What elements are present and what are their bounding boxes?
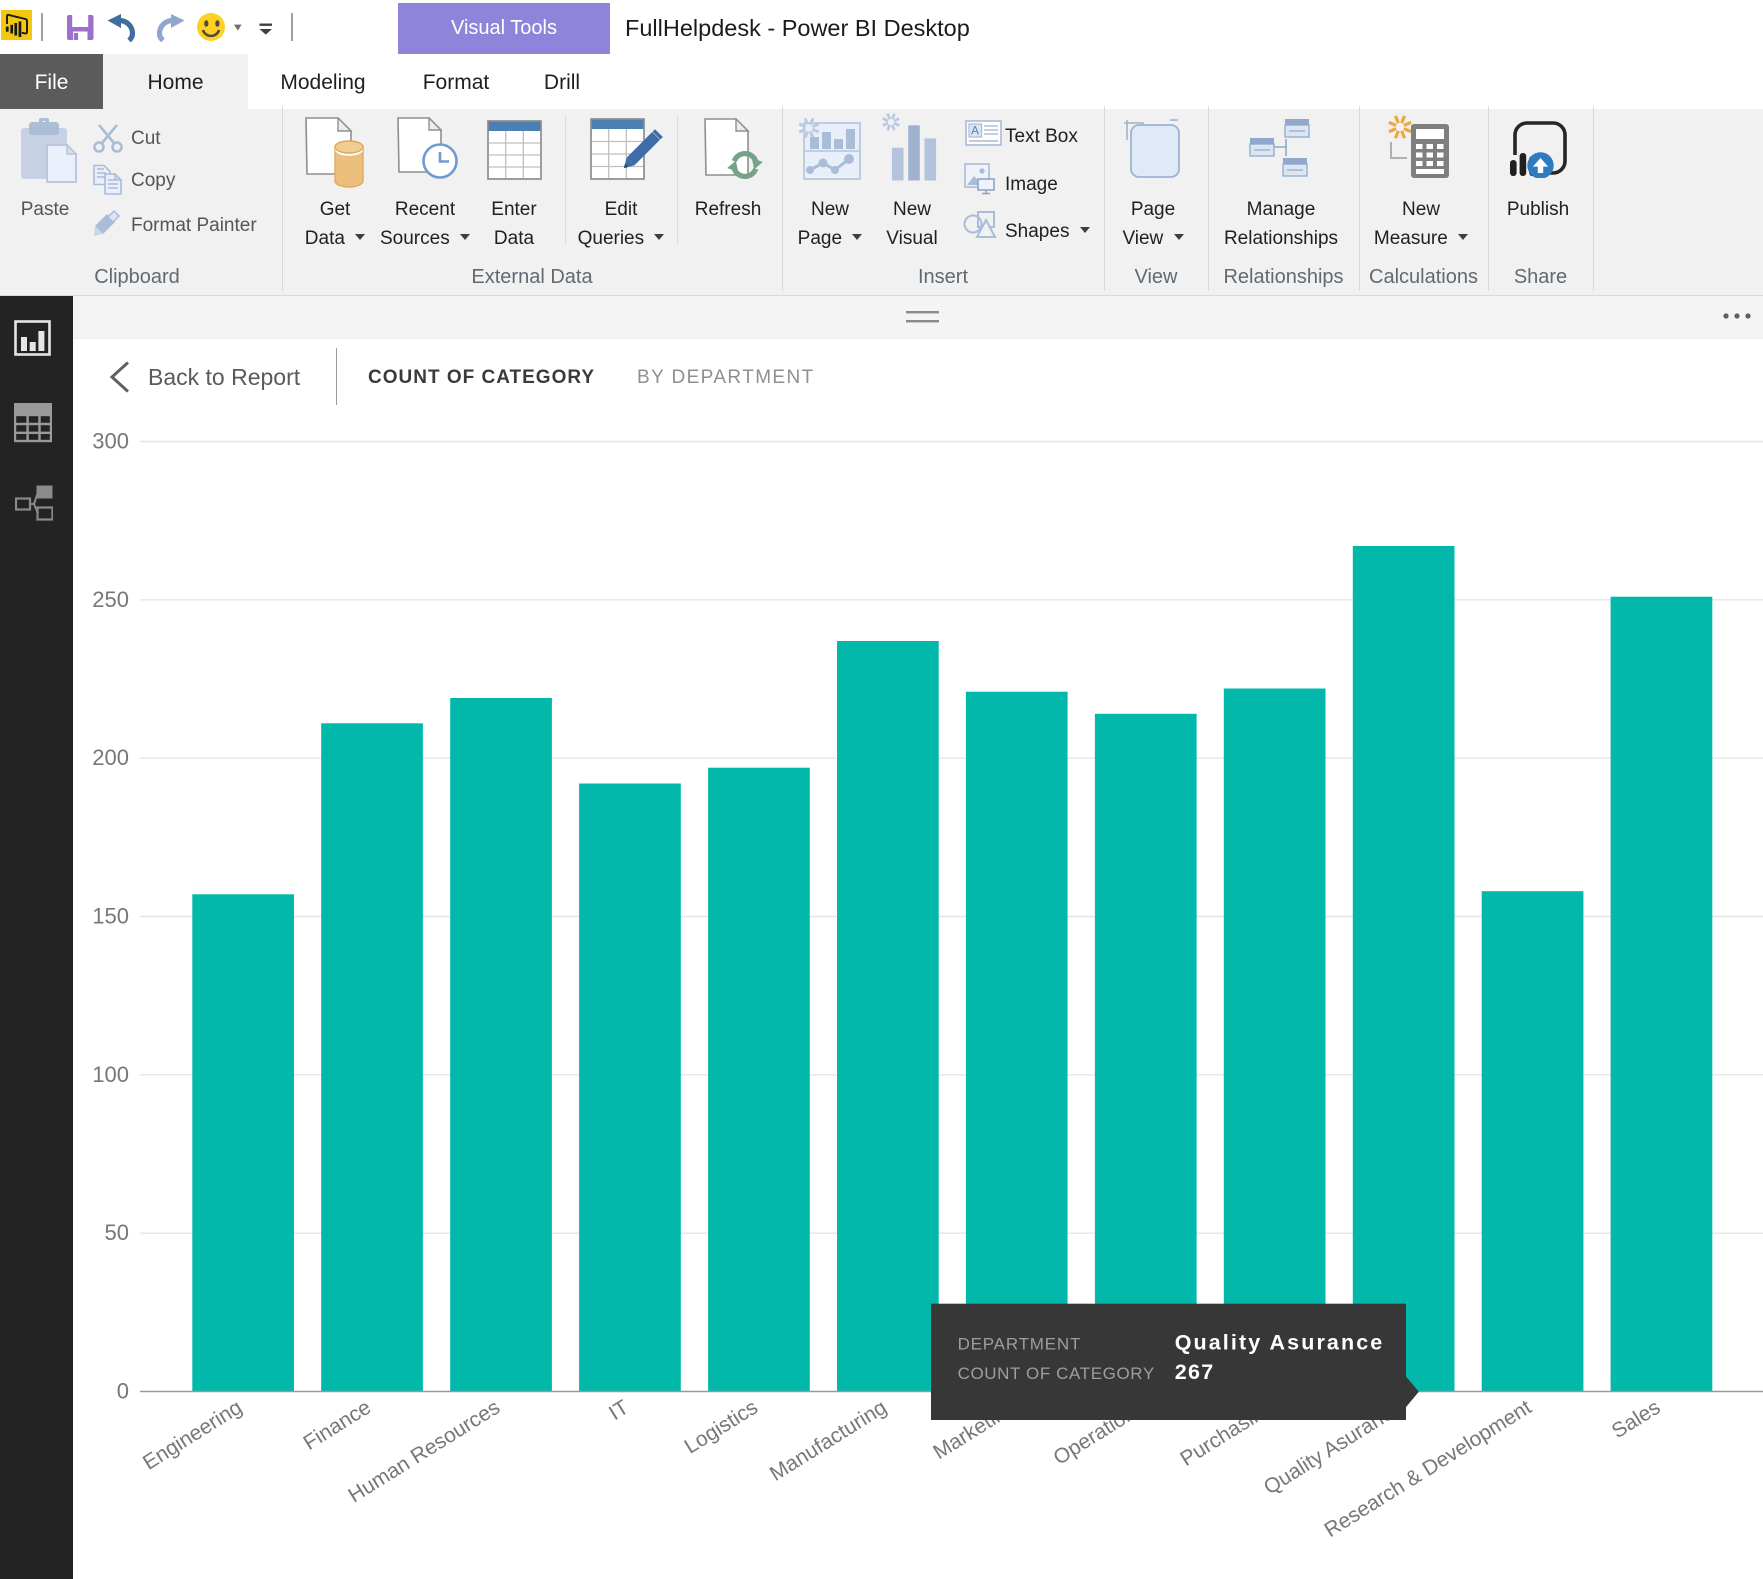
svg-text:Quality Asurance: Quality Asurance <box>1175 1331 1385 1355</box>
svg-text:A: A <box>971 124 979 138</box>
svg-text:300: 300 <box>92 429 129 454</box>
svg-text:Logistics: Logistics <box>680 1396 761 1459</box>
svg-text:Manufacturing: Manufacturing <box>766 1396 891 1486</box>
svg-text:50: 50 <box>105 1220 129 1245</box>
svg-text:IT: IT <box>605 1396 633 1425</box>
svg-text:Sales: Sales <box>1608 1396 1665 1443</box>
svg-text:Finance: Finance <box>299 1396 375 1455</box>
svg-text:COUNT OF CATEGORY: COUNT OF CATEGORY <box>958 1364 1155 1383</box>
svg-text:DEPARTMENT: DEPARTMENT <box>958 1335 1082 1354</box>
svg-text:267: 267 <box>1175 1360 1215 1384</box>
svg-text:Engineering: Engineering <box>139 1396 246 1475</box>
svg-text:150: 150 <box>92 904 129 929</box>
svg-text:200: 200 <box>92 745 129 770</box>
svg-text:250: 250 <box>92 587 129 612</box>
svg-text:0: 0 <box>117 1379 129 1404</box>
svg-text:100: 100 <box>92 1062 129 1087</box>
